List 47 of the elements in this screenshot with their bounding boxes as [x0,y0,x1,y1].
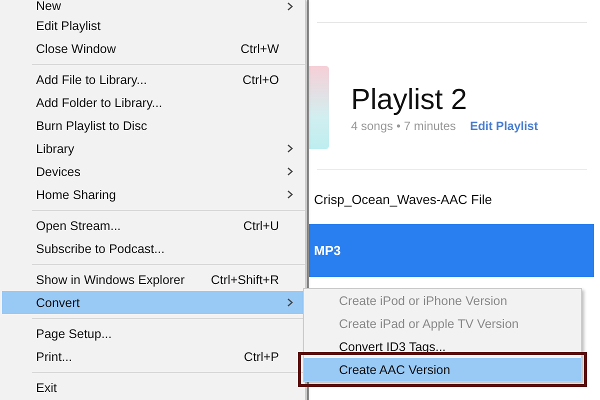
menu-item-label: Show in Windows Explorer [36,272,186,286]
shortcut-text: Ctrl+Shift+R [210,272,279,286]
menu-item-label: Add File to Library... [36,72,148,86]
shortcut-text: Ctrl+W [240,42,279,56]
chevron-icon [287,298,293,307]
menu-item[interactable]: Close Window Ctrl+W [2,37,303,60]
menu-item-label: Add Folder to Library... [36,96,164,110]
menu-item-label: Page Setup... [36,326,113,340]
menu-item[interactable]: Convert [2,291,303,314]
chevron-icon [287,144,293,153]
menu-item-label: Open Stream... [36,218,122,232]
menu-item-label: Home Sharing [36,188,117,202]
menu-item[interactable]: Exit [2,376,303,399]
menu-item-label: Library [36,142,76,156]
menu-item[interactable]: Add Folder to Library... [2,91,303,114]
menu-item[interactable]: Open Stream... Ctrl+U [2,214,303,237]
menu-item[interactable]: Create AAC Version [304,358,581,381]
menu-item-label: New [36,0,62,13]
menu-item[interactable]: New [2,0,303,14]
menu-item-label: Devices [36,164,82,178]
menu-item-label: Convert [36,296,81,310]
shortcut-text: Ctrl+P [244,350,279,364]
menu-item[interactable]: Subscribe to Podcast... [2,237,303,260]
menu-item[interactable]: Add File to Library... Ctrl+O [2,68,303,91]
menu-item-label: Subscribe to Podcast... [36,242,166,256]
menu-item[interactable]: Home Sharing [2,183,303,206]
menu-item[interactable]: Edit Playlist [2,14,303,37]
chevron-icon [287,190,293,199]
menu-item[interactable]: Page Setup... [2,322,303,345]
menu-item[interactable]: Print... Ctrl+P [2,345,303,368]
menu-item-label: Exit [36,380,58,394]
chevron-icon [287,2,293,10]
menu-item-label: Print... [36,350,74,364]
edit-playlist-link[interactable]: Edit Playlist [470,118,538,132]
shortcut-text: Ctrl+U [243,218,279,232]
menu-item[interactable]: Show in Windows Explorer Ctrl+Shift+R [2,268,303,291]
playlist-title: Playlist 2 [351,82,468,116]
playlist-summary: 4 songs • 7 minutes [351,118,456,132]
menu-item-label: Edit Playlist [36,18,102,32]
track-row[interactable]: MP3 [309,224,594,277]
menu-item-label: Close Window [36,42,117,56]
menu-item[interactable]: Library [2,137,303,160]
chevron-icon [287,167,293,176]
shortcut-text: Ctrl+O [242,72,279,86]
menu-item[interactable]: Devices [2,160,303,183]
menu-item[interactable]: Burn Playlist to Disc [2,114,303,137]
menu-item-label: Burn Playlist to Disc [36,118,148,132]
